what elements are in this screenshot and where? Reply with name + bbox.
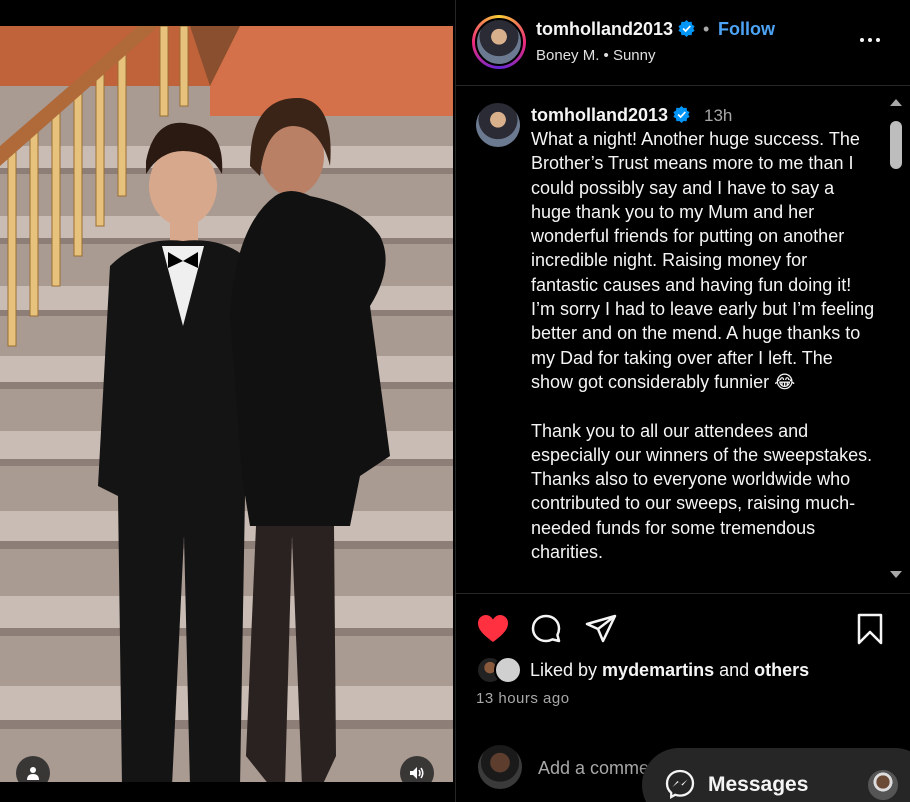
caption-username[interactable]: tomholland2013 — [531, 105, 668, 125]
liked-by-and: and — [714, 660, 755, 680]
bookmark-icon — [857, 613, 883, 645]
header-separator: • — [703, 19, 710, 39]
messenger-icon — [665, 769, 695, 799]
comment-button[interactable] — [529, 612, 563, 646]
liked-by-others[interactable]: others — [754, 660, 809, 680]
more-options-icon[interactable] — [858, 28, 882, 52]
liked-by-prefix: Liked by — [530, 660, 603, 680]
messages-drawer-button[interactable]: Messages — [642, 748, 910, 802]
messages-label: Messages — [708, 773, 809, 796]
like-button[interactable] — [476, 612, 510, 646]
comment-icon — [531, 614, 561, 643]
post-header: tomholland2013 • Follow Boney M. • Sunny — [456, 0, 910, 86]
audio-link[interactable]: Boney M. • Sunny — [536, 47, 655, 64]
viewer-avatar — [478, 745, 522, 789]
liked-by-text: Liked by mydemartins and others — [530, 660, 809, 681]
couple-photo — [98, 97, 390, 782]
caption-text: What a night! Another huge success. The … — [531, 129, 875, 563]
liker-avatar-default — [494, 656, 522, 684]
post-details-panel: tomholland2013 • Follow Boney M. • Sunny… — [455, 0, 910, 802]
caption-timestamp[interactable]: 13h — [704, 106, 732, 126]
tagged-users-button[interactable] — [16, 756, 50, 782]
author-username[interactable]: tomholland2013 — [536, 19, 673, 39]
liker-avatars[interactable] — [476, 656, 526, 684]
top-spacer — [0, 0, 453, 26]
caption-area[interactable]: tomholland2013 13h What a night! Another… — [456, 87, 886, 592]
share-button[interactable] — [584, 612, 618, 646]
caption-scrollbar[interactable] — [884, 87, 910, 592]
sound-toggle-button[interactable] — [400, 756, 434, 782]
messages-contact-avatar — [866, 768, 900, 802]
heart-filled-icon — [478, 615, 508, 642]
follow-button[interactable]: Follow — [718, 19, 775, 40]
user-icon — [27, 767, 39, 780]
post-media[interactable] — [0, 26, 453, 782]
sound-on-icon — [410, 767, 424, 779]
verified-badge-icon — [673, 106, 690, 123]
comment-input[interactable]: Add a comme — [538, 758, 649, 779]
save-button[interactable] — [853, 612, 887, 646]
author-username-row: tomholland2013 — [536, 19, 695, 40]
scroll-thumb[interactable] — [890, 121, 902, 169]
author-avatar[interactable] — [472, 15, 526, 69]
send-icon — [585, 614, 617, 643]
verified-badge-icon — [678, 20, 695, 37]
bottom-spacer — [0, 782, 453, 802]
scroll-up-arrow[interactable] — [890, 99, 902, 106]
caption-username-row: tomholland2013 — [531, 105, 690, 126]
caption-author-avatar[interactable] — [476, 103, 520, 147]
scroll-down-arrow[interactable] — [890, 571, 902, 578]
post-time-ago[interactable]: 13 hours ago — [476, 690, 570, 707]
liked-by-user[interactable]: mydemartins — [602, 660, 714, 680]
